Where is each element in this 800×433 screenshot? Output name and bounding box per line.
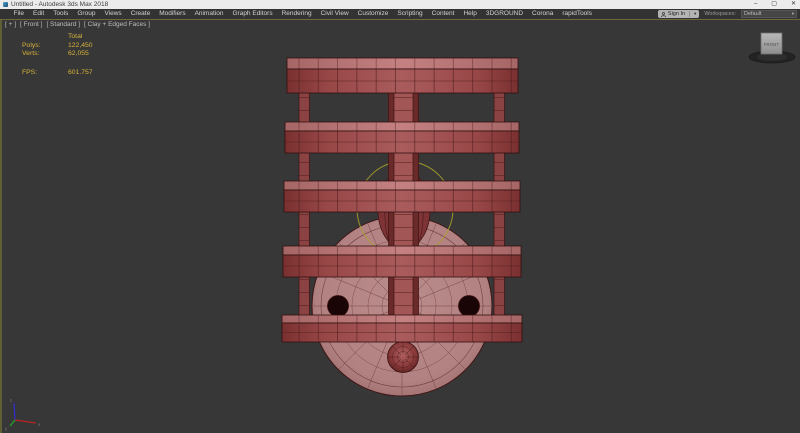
model-bar-4 <box>283 246 521 277</box>
viewcube[interactable]: FRONT <box>749 33 795 63</box>
model-bar-1 <box>287 58 518 93</box>
divider <box>689 11 690 17</box>
chevron-down-icon[interactable]: ▾ <box>694 10 696 18</box>
menu-civil-view[interactable]: Civil View <box>316 9 353 19</box>
chevron-down-icon: ▾ <box>792 10 794 18</box>
stats-header: Total <box>68 33 93 40</box>
model-hole-left <box>328 296 349 317</box>
workspaces-label: Workspaces: <box>704 11 736 17</box>
user-icon <box>661 12 666 17</box>
maximize-button[interactable]: ▢ <box>771 0 777 9</box>
menu-views[interactable]: Views <box>100 9 126 19</box>
stats-polys-value: 122,450 <box>68 42 93 49</box>
viewport-front[interactable]: [ + ] [ Front ] [ Standard ] [ Clay + Ed… <box>0 20 800 433</box>
world-axis-tripod: z x y <box>5 398 41 431</box>
axis-y-label: y <box>5 426 8 431</box>
menu-animation[interactable]: Animation <box>190 9 228 19</box>
menu-help[interactable]: Help <box>459 9 481 19</box>
menu-group[interactable]: Group <box>73 9 100 19</box>
stats-polys-label: Polys: <box>22 42 68 49</box>
menu-scripting[interactable]: Scripting <box>393 9 427 19</box>
menu-modifiers[interactable]: Modifiers <box>155 9 190 19</box>
menu-tools[interactable]: Tools <box>49 9 73 19</box>
sign-in-button[interactable]: Sign In ▾ <box>658 10 699 18</box>
menu-3dground[interactable]: 3DGROUND <box>481 9 527 19</box>
stats-fps-label: FPS: <box>22 69 68 76</box>
model-wireframe[interactable] <box>282 58 522 396</box>
menu-edit[interactable]: Edit <box>28 9 48 19</box>
3dsmax-window: Untitled - Autodesk 3ds Max 2018 – ▢ ✕ F… <box>0 0 800 433</box>
window-title: Untitled - Autodesk 3ds Max 2018 <box>11 0 108 9</box>
model-bar-5 <box>282 315 522 342</box>
viewcube-front-label: FRONT <box>764 42 780 47</box>
axis-z-label: z <box>10 398 13 403</box>
viewport-label: [ + ] [ Front ] [ Standard ] [ Clay + Ed… <box>5 21 150 28</box>
menu-graph-editors[interactable]: Graph Editors <box>228 9 277 19</box>
menu-file[interactable]: File <box>9 9 28 19</box>
model-hole-right <box>459 296 480 317</box>
viewport-canvas[interactable]: FRONT z x y <box>0 20 800 433</box>
stats-fps-value: 601.757 <box>68 69 93 76</box>
sign-in-label: Sign In <box>668 11 685 17</box>
minimize-button[interactable]: – <box>754 0 757 9</box>
viewport-menu-pov[interactable]: [ Front ] <box>20 21 42 28</box>
statistics-overlay: Total Polys: 122,450 Verts: 62,055 FPS: … <box>22 33 93 76</box>
titlebar: Untitled - Autodesk 3ds Max 2018 – ▢ ✕ <box>0 0 800 9</box>
stats-verts-label: Verts: <box>22 50 68 57</box>
stats-verts-value: 62,055 <box>68 50 93 57</box>
menu-rendering[interactable]: Rendering <box>277 9 316 19</box>
menu-corona[interactable]: Corona <box>528 9 558 19</box>
menu-customize[interactable]: Customize <box>353 9 393 19</box>
menu-rapidtools[interactable]: rapidTools <box>558 9 597 19</box>
model-bar-2 <box>285 122 519 153</box>
menu-content[interactable]: Content <box>427 9 459 19</box>
viewport-menu-renderer[interactable]: [ Standard ] <box>46 21 80 28</box>
menu-bar: File Edit Tools Group Views Create Modif… <box>0 9 800 19</box>
model-knob-sphere <box>388 342 419 373</box>
close-button[interactable]: ✕ <box>791 0 796 9</box>
model-bar-3 <box>284 181 520 212</box>
axis-x-label: x <box>38 422 41 427</box>
viewport-menu-shading[interactable]: [ Clay + Edged Faces ] <box>84 21 150 28</box>
workspace-select[interactable]: Default ▾ <box>741 10 797 18</box>
menu-create[interactable]: Create <box>126 9 155 19</box>
3dsmax-app-icon <box>3 2 8 7</box>
viewport-menu-general[interactable]: [ + ] <box>5 21 16 28</box>
workspace-value: Default <box>744 11 761 17</box>
active-viewport-border-left <box>0 20 2 433</box>
